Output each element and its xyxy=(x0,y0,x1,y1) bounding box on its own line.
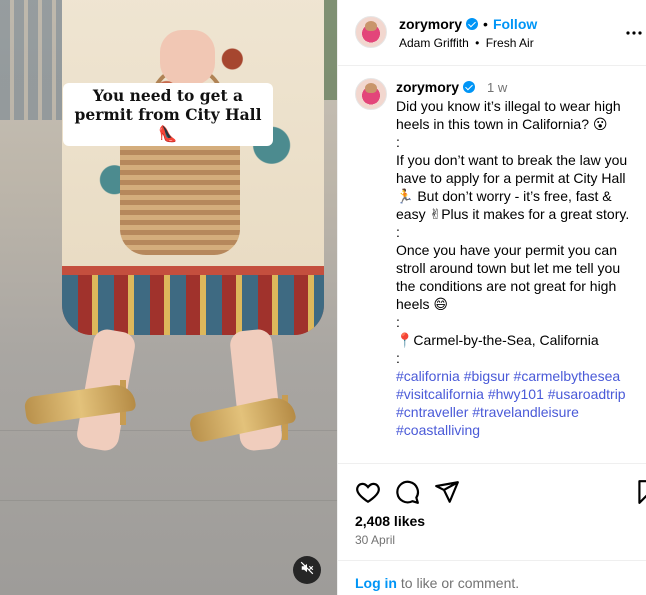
volume-muted-icon xyxy=(300,561,314,580)
action-bar xyxy=(338,476,646,506)
mute-button[interactable] xyxy=(293,556,321,584)
verified-badge-icon xyxy=(466,18,479,30)
hashtag-link[interactable]: #hwy101 xyxy=(488,386,544,402)
post-date[interactable]: 30 April xyxy=(355,533,395,547)
video-caption-overlay: You need to get a permit from City Hall … xyxy=(63,83,273,146)
hashtag-link[interactable]: #coastalliving xyxy=(396,422,480,438)
post-header: zorymory • Follow Adam Griffith • Fresh … xyxy=(338,0,646,66)
hashtag-link[interactable]: #usaroadtrip xyxy=(548,386,626,402)
comment-icon[interactable] xyxy=(394,479,420,505)
hashtag-link[interactable]: #cntraveller xyxy=(396,404,468,420)
separator-dot: • xyxy=(475,36,480,50)
dress-hem xyxy=(62,275,324,335)
hashtag-link[interactable]: #california xyxy=(396,368,460,384)
more-horizontal-icon xyxy=(626,19,642,39)
post-panel: zorymory • Follow Adam Griffith • Fresh … xyxy=(337,0,646,595)
more-options-button[interactable] xyxy=(626,24,642,35)
audio-attribution[interactable]: Adam Griffith • Fresh Air xyxy=(399,36,534,50)
hashtag-list: #california #bigsur #carmelbythesea #vis… xyxy=(396,367,641,439)
username-link[interactable]: zorymory xyxy=(399,16,462,32)
audio-title: Fresh Air xyxy=(485,36,534,50)
login-prompt: Log in to like or comment. xyxy=(338,560,646,595)
hand xyxy=(160,30,215,85)
login-link[interactable]: Log in xyxy=(355,575,397,591)
hashtag-link[interactable]: #visitcalifornia xyxy=(396,386,484,402)
hashtag-link[interactable]: #carmelbythesea xyxy=(514,368,621,384)
hashtag-link[interactable]: #bigsur xyxy=(464,368,510,384)
like-count[interactable]: 2,408 likes xyxy=(355,513,425,529)
login-text: Log in to like or comment. xyxy=(355,575,519,591)
post-media[interactable]: You need to get a permit from City Hall … xyxy=(0,0,337,595)
verified-badge-icon xyxy=(463,81,476,93)
avatar[interactable] xyxy=(355,16,387,48)
header-name-row: zorymory • Follow xyxy=(399,16,537,32)
audio-artist: Adam Griffith xyxy=(399,36,469,50)
comment-meta: zorymory 1 w xyxy=(396,79,507,95)
caption-text: Did you know it’s illegal to wear high h… xyxy=(396,98,630,366)
separator-dot: • xyxy=(483,16,488,32)
avatar[interactable] xyxy=(355,78,387,110)
pavement-line xyxy=(0,500,337,501)
post-time[interactable]: 1 w xyxy=(487,80,507,95)
heart-icon[interactable] xyxy=(355,479,381,505)
share-icon[interactable] xyxy=(434,479,460,505)
caption-comment: zorymory 1 w Did you know it’s illegal t… xyxy=(338,66,646,464)
hashtag-link[interactable]: #travelandleisure xyxy=(472,404,579,420)
bookmark-icon[interactable] xyxy=(634,479,646,505)
login-prompt-rest: to like or comment. xyxy=(397,575,520,591)
username-link[interactable]: zorymory xyxy=(396,79,459,95)
follow-button[interactable]: Follow xyxy=(493,16,537,32)
